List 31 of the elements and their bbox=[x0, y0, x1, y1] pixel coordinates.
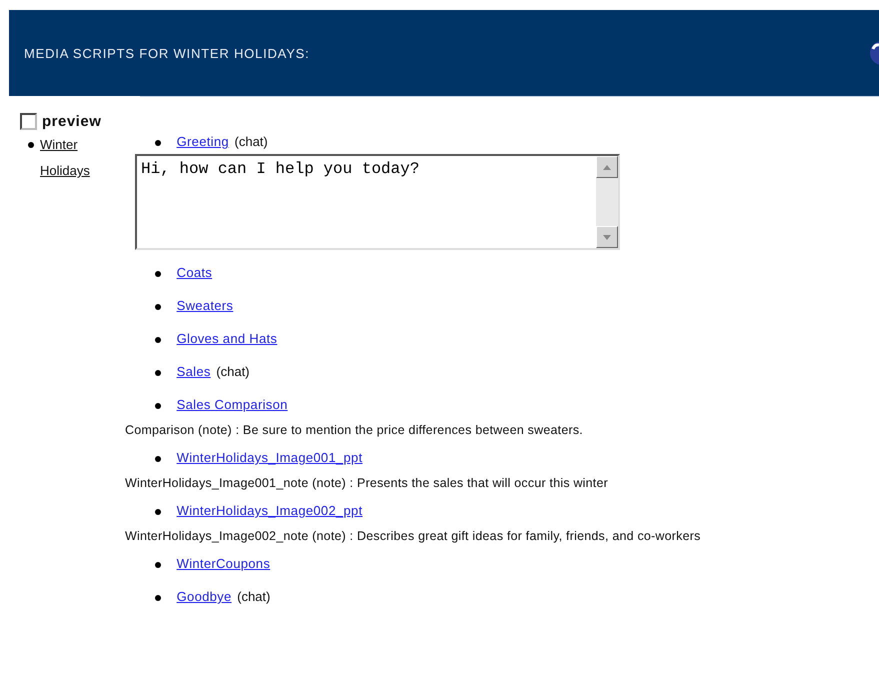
script-link[interactable]: WinterCoupons bbox=[176, 556, 270, 571]
bullet-icon bbox=[155, 304, 161, 310]
script-type: (chat) bbox=[216, 364, 250, 379]
folder-link[interactable]: Winter Holidays bbox=[26, 132, 120, 184]
bullet-icon bbox=[28, 142, 34, 148]
script-link[interactable]: WinterHolidays_Image002_ppt bbox=[176, 503, 362, 518]
script-link[interactable]: Gloves and Hats bbox=[176, 331, 278, 346]
script-note: Comparison (note) : Be sure to mention the price differences between sweaters. bbox=[125, 422, 584, 439]
bullet-icon bbox=[155, 456, 161, 462]
script-link[interactable]: Goodbye bbox=[176, 589, 232, 604]
script-link[interactable]: Sales Comparison bbox=[176, 397, 288, 412]
script-link[interactable]: WinterHolidays_Image001_ppt bbox=[176, 450, 362, 465]
bullet-icon bbox=[155, 140, 161, 146]
script-note: WinterHolidays_Image001_note (note) : Presents the sales that will occur this winter bbox=[125, 475, 609, 492]
script-note: WinterHolidays_Image002_note (note) : Describes great gift ideas for family, friends, and co-workers bbox=[125, 528, 702, 545]
page-title: MEDIA SCRIPTS FOR WINTER HOLIDAYS: bbox=[24, 46, 310, 60]
script-type: (chat) bbox=[237, 589, 270, 604]
preview-label: preview bbox=[42, 113, 102, 130]
bullet-icon bbox=[155, 508, 161, 515]
script-link[interactable]: Sales bbox=[176, 364, 211, 379]
bullet-icon bbox=[155, 370, 161, 376]
bullet-icon bbox=[155, 594, 161, 601]
script-link[interactable]: Sweaters bbox=[176, 298, 234, 313]
preview-checkbox[interactable] bbox=[20, 113, 37, 130]
bullet-icon bbox=[155, 336, 161, 343]
bullet-icon bbox=[155, 270, 161, 277]
bullet-icon bbox=[155, 562, 161, 568]
script-link[interactable]: Greeting bbox=[176, 134, 229, 149]
script-link[interactable]: Coats bbox=[176, 265, 212, 280]
script-type: (chat) bbox=[234, 134, 268, 149]
bullet-icon bbox=[155, 402, 161, 409]
